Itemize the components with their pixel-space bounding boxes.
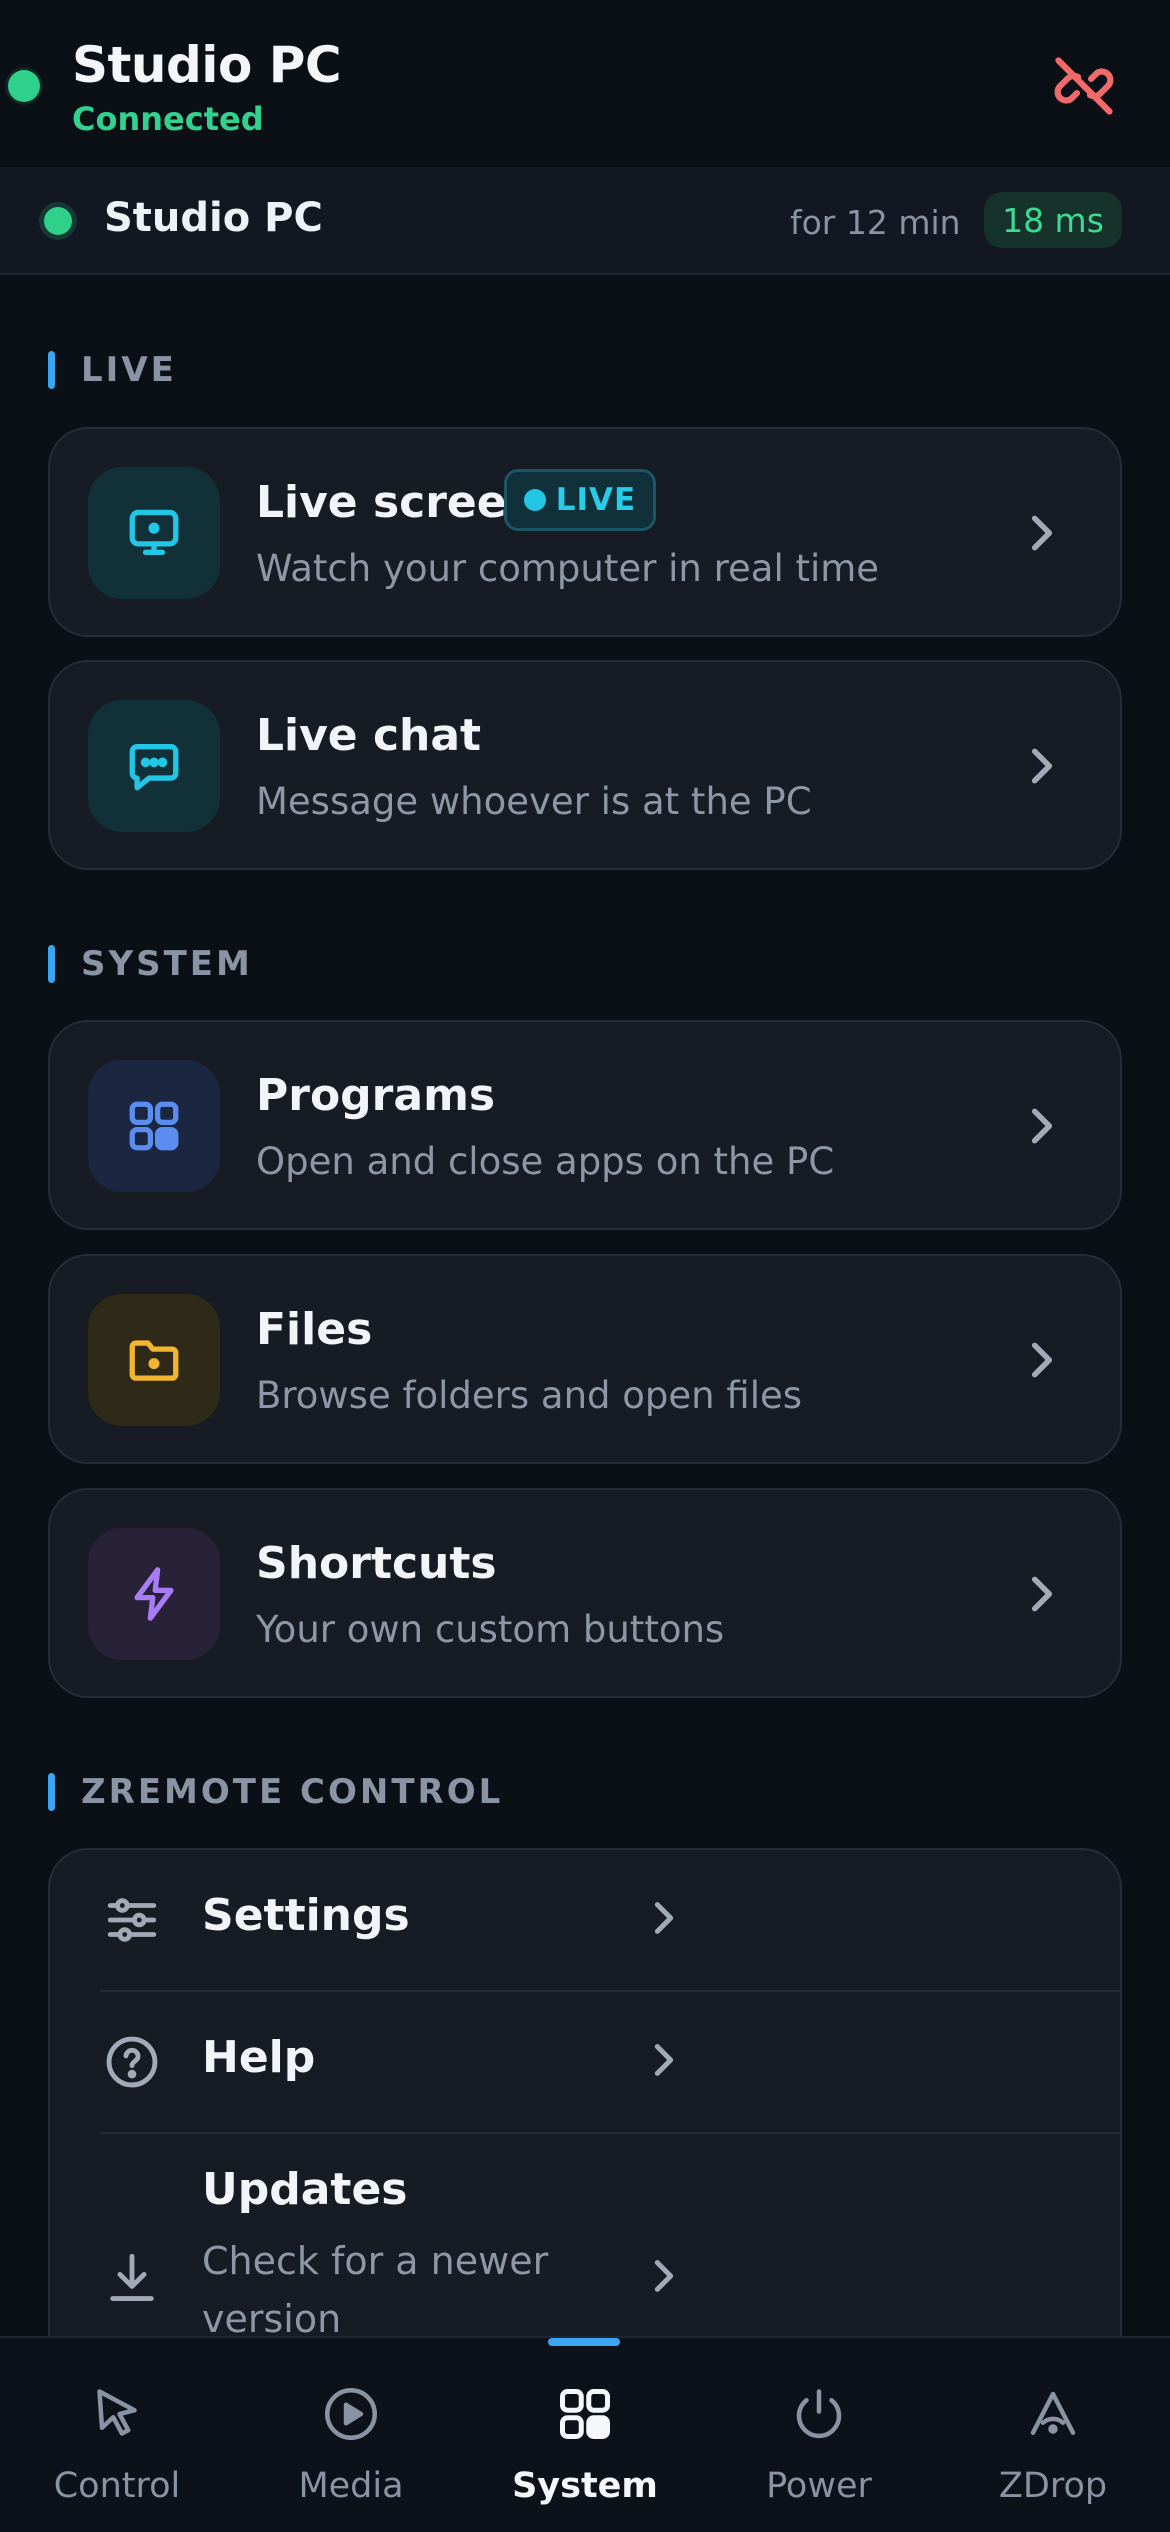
session-status-dot (44, 207, 72, 235)
help-circle-icon (106, 2036, 158, 2088)
app-root: Studio PC Connected Studio PC for 12 min… (0, 0, 1170, 2532)
zdrop-icon (1030, 2391, 1076, 2435)
link-off-icon (1054, 57, 1114, 115)
shortcuts-subtitle: Your own custom buttons (256, 1608, 725, 1651)
programs-icon-tile (88, 1060, 220, 1192)
apps-grid-icon (560, 2389, 610, 2439)
monitor-icon (129, 509, 179, 555)
programs-card[interactable]: Programs Open and close apps on the PC (48, 1020, 1122, 1230)
nav-media-label: Media (298, 2466, 404, 2506)
chevron-right-icon (1031, 515, 1053, 551)
nav-system-label: System (512, 2466, 658, 2506)
nav-power[interactable]: Power (702, 2338, 936, 2532)
play-circle-icon (325, 2388, 377, 2440)
shortcuts-card[interactable]: Shortcuts Your own custom buttons (48, 1488, 1122, 1698)
live-badge: LIVE (504, 469, 656, 531)
chevron-right-icon (654, 1902, 674, 1934)
section-accent-bar (48, 351, 55, 389)
live-chat-card[interactable]: Live chat Message whoever is at the PC (48, 660, 1122, 870)
settings-title: Settings (202, 1890, 410, 1941)
nav-control-label: Control (53, 2466, 181, 2506)
ping-badge: 18 ms (984, 192, 1122, 248)
nav-power-label: Power (766, 2466, 872, 2506)
section-zremote-header: ZREMOTE CONTROL (48, 1772, 503, 1812)
power-icon (796, 2389, 842, 2439)
disconnect-button[interactable] (1044, 50, 1124, 122)
live-chat-icon-tile (88, 700, 220, 832)
settings-row[interactable]: Settings (50, 1850, 1120, 1990)
settings-icon-wrap (102, 1890, 162, 1950)
folder-icon (129, 1340, 179, 1381)
download-icon (110, 2253, 154, 2301)
help-icon-wrap (102, 2032, 162, 2092)
section-system-header: SYSTEM (48, 944, 253, 984)
nav-zdrop-label: ZDrop (998, 2466, 1108, 2506)
programs-title: Programs (256, 1070, 496, 1121)
cursor-pointer-icon (97, 2389, 137, 2436)
chat-bubble-icon (129, 744, 179, 791)
chevron-right-icon (1031, 1576, 1053, 1612)
live-screen-title: Live screen (256, 477, 538, 528)
shortcuts-title: Shortcuts (256, 1538, 497, 1589)
session-duration: for 12 min (790, 203, 961, 242)
chevron-right-icon (1031, 748, 1053, 784)
files-icon-tile (88, 1294, 220, 1426)
nav-system[interactable]: System (468, 2338, 702, 2532)
programs-subtitle: Open and close apps on the PC (256, 1140, 835, 1183)
section-system-label: SYSTEM (81, 944, 253, 984)
live-chat-title: Live chat (256, 710, 482, 761)
shortcuts-icon-tile (88, 1528, 220, 1660)
nav-zdrop[interactable]: ZDrop (936, 2338, 1170, 2532)
files-title: Files (256, 1304, 373, 1355)
bottom-nav: Control Media System Power ZDrop (0, 2336, 1170, 2532)
live-dot (523, 489, 546, 511)
section-accent-bar (48, 945, 55, 983)
session-device-name: Studio PC (104, 195, 323, 241)
apps-grid-icon (129, 1101, 179, 1151)
section-live-header: LIVE (48, 350, 177, 390)
help-row[interactable]: Help (50, 1992, 1120, 2132)
active-tab-indicator (548, 2338, 620, 2346)
files-card[interactable]: Files Browse folders and open files (48, 1254, 1122, 1464)
section-zremote-label: ZREMOTE CONTROL (81, 1772, 504, 1812)
top-bar: Studio PC Connected (0, 0, 1170, 167)
live-screen-icon-tile (88, 467, 220, 599)
session-strip: Studio PC for 12 min 18 ms (0, 167, 1170, 275)
live-screen-subtitle: Watch your computer in real time (256, 547, 880, 590)
chevron-right-icon (1031, 1108, 1053, 1144)
device-title: Studio PC (72, 36, 342, 94)
live-screen-card[interactable]: Live screen LIVE Watch your computer in … (48, 427, 1122, 637)
connection-status-dot (8, 70, 40, 102)
live-badge-label: LIVE (555, 482, 637, 518)
updates-icon-wrap (102, 2248, 162, 2308)
lightning-icon (134, 1567, 174, 1621)
updates-title: Updates (202, 2164, 408, 2215)
chevron-right-icon (654, 2044, 674, 2076)
sliders-icon (107, 1898, 157, 1942)
chevron-right-icon (1031, 1342, 1053, 1378)
nav-control[interactable]: Control (0, 2338, 234, 2532)
updates-subtitle: Check for a newer version (202, 2239, 549, 2341)
files-subtitle: Browse folders and open files (256, 1374, 803, 1417)
section-live-label: LIVE (81, 350, 177, 390)
section-accent-bar (48, 1773, 55, 1811)
nav-media[interactable]: Media (234, 2338, 468, 2532)
chevron-right-icon (654, 2260, 674, 2292)
connection-status: Connected (72, 100, 264, 138)
help-title: Help (202, 2032, 316, 2083)
live-chat-subtitle: Message whoever is at the PC (256, 780, 812, 823)
